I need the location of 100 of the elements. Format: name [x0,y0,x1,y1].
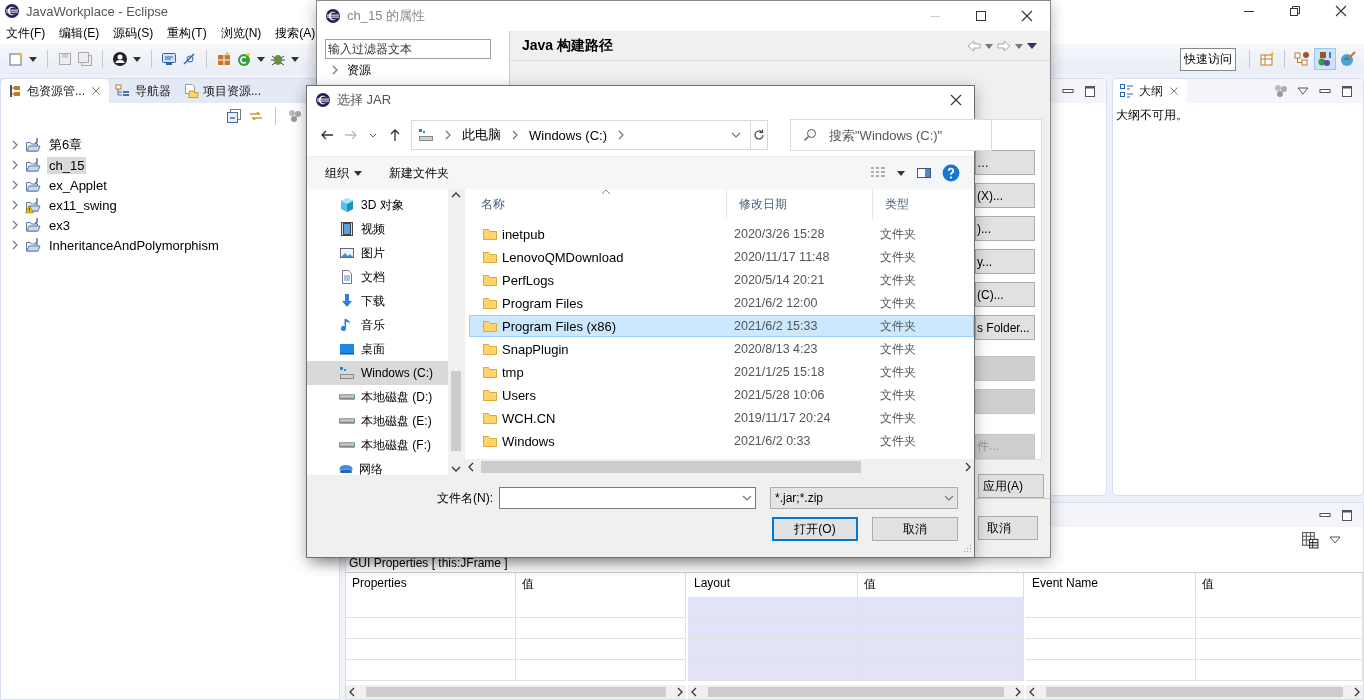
side-button[interactable]: (X)... [975,183,1035,208]
close-icon[interactable] [1021,10,1033,22]
nav-item[interactable]: 桌面 [307,337,448,361]
monitor-icon[interactable] [161,51,177,67]
open-button[interactable]: 打开(O) [772,517,858,541]
column-header[interactable]: 修改日期 [727,189,873,219]
menu-item[interactable]: 重构(T) [167,24,207,42]
maximize-icon[interactable] [1339,83,1355,99]
side-button[interactable]: )... [975,216,1035,241]
filter-field[interactable]: 输入过滤器文本 [325,39,491,59]
nav-item[interactable]: 3D 对象 [307,193,448,217]
cancel-button[interactable]: 取消 [978,516,1038,540]
tree-item[interactable]: InheritanceAndPolymorphism [47,236,221,254]
cancel-button[interactable]: 取消 [872,517,958,541]
menu-item[interactable]: 搜索(A) [275,24,316,42]
horizontal-scrollbar[interactable] [688,685,1024,699]
file-type-dropdown[interactable]: *.jar;*.zip [770,487,958,509]
address-bar[interactable]: 此电脑 Windows (C:) [411,120,751,150]
user-icon[interactable] [112,51,128,67]
preview-pane-icon[interactable] [916,165,932,181]
scroll-thumb[interactable] [708,687,1004,697]
column-header[interactable]: Properties [346,573,516,597]
nav-item[interactable]: 下载 [307,289,448,313]
maximize-icon[interactable] [1082,83,1098,99]
hierarchy-perspective-icon[interactable] [1294,51,1310,67]
restore-icon[interactable] [1289,5,1301,17]
new-class-icon[interactable] [216,51,232,67]
file-row[interactable]: Windows 2021/6/2 0:33 文件夹 [469,430,974,452]
file-row[interactable]: WCH.CN 2019/11/17 20:24 文件夹 [469,407,974,429]
side-button[interactable]: y... [975,249,1035,274]
vertical-scrollbar[interactable] [448,189,464,475]
file-row[interactable]: Program Files 2021/6/2 12:00 文件夹 [469,292,974,314]
drive-icon [339,418,355,424]
tree-item[interactable]: 第6章 [47,135,85,155]
view-tab[interactable]: 项目资源... [177,79,268,103]
view-tab[interactable]: 导航器 [109,79,177,103]
file-row[interactable]: inetpub 2020/3/26 15:28 文件夹 [469,223,974,245]
breadcrumb-item[interactable]: Windows (C:) [529,127,607,143]
horizontal-scrollbar[interactable] [465,459,974,475]
column-header[interactable]: 名称 [469,189,727,219]
apply-button[interactable]: 应用(A) [978,474,1044,498]
side-button[interactable]: s Folder... [975,315,1035,340]
organize-button[interactable]: 组织 [325,164,363,182]
tree-item[interactable]: ex11_swing [47,196,119,214]
horizontal-scrollbar[interactable] [1026,685,1363,699]
filter-icon[interactable] [287,108,303,124]
scroll-thumb[interactable] [1046,687,1343,697]
file-row[interactable]: SnapPlugin 2020/8/13 4:23 文件夹 [469,338,974,360]
side-button[interactable]: (C)... [975,282,1035,307]
nav-item[interactable]: 图片 [307,241,448,265]
menu-item[interactable]: 浏览(N) [220,24,262,42]
tree-item[interactable]: 资源 [347,61,371,79]
help-icon[interactable] [942,164,960,182]
nav-item[interactable]: 文档 [307,265,448,289]
perspective-toggle[interactable] [1314,48,1336,70]
maximize-icon[interactable] [975,10,987,22]
nav-item[interactable]: 音乐 [307,313,448,337]
file-row[interactable]: tmp 2021/1/25 15:18 文件夹 [469,361,974,383]
column-header[interactable]: 类型 [873,189,974,219]
file-row[interactable]: Program Files (x86) 2021/6/2 15:33 文件夹 [469,315,974,337]
scroll-thumb[interactable] [451,371,461,451]
scroll-thumb[interactable] [366,687,666,697]
horizontal-scrollbar[interactable] [346,685,686,699]
nav-item[interactable]: Windows (C:) [307,361,448,385]
paint-perspective-icon[interactable] [1340,51,1356,67]
column-header[interactable]: 值 [516,573,686,597]
nav-item[interactable]: 本地磁盘 (D:) [307,385,448,409]
nav-item[interactable]: 本地磁盘 (E:) [307,409,448,433]
collapse-all-icon[interactable] [226,108,242,124]
tree-item[interactable]: ch_15 [47,156,87,174]
column-header[interactable]: Event Name [1026,573,1196,597]
view-tab[interactable]: 大纲 [1113,79,1187,103]
scroll-thumb[interactable] [481,461,861,473]
nav-item[interactable]: 本地磁盘 (F:) [307,433,448,457]
search-field[interactable]: 搜索"Windows (C:)" [790,119,992,151]
close-icon[interactable] [1335,5,1347,17]
breadcrumb-item[interactable]: 此电脑 [462,126,501,144]
nav-item[interactable]: 网络 [307,457,448,481]
quick-access-field[interactable]: 快速访问 [1180,47,1236,71]
refresh-button[interactable] [751,120,768,150]
side-button[interactable]: … [975,150,1035,175]
nav-item[interactable]: 视频 [307,217,448,241]
open-perspective-icon[interactable] [1259,51,1275,67]
column-header[interactable]: 值 [1196,573,1363,597]
close-icon[interactable] [950,94,962,106]
menu-item[interactable]: 源码(S) [113,24,154,42]
file-row[interactable]: PerfLogs 2020/5/14 20:21 文件夹 [469,269,974,291]
menu-item[interactable]: 文件(F) [6,24,46,42]
filter-icon[interactable] [1273,83,1289,99]
view-tab[interactable]: 包资源管... [1,79,109,103]
file-row[interactable]: LenovoQMDownload 2020/11/17 11:48 文件夹 [469,246,974,268]
window-title: JavaWorkplace - Eclipse [26,3,169,19]
tree-item[interactable]: ex_Applet [47,176,109,194]
pin-icon[interactable] [181,51,197,67]
menu-item[interactable]: 编辑(E) [59,24,100,42]
tree-item[interactable]: ex3 [47,216,72,234]
file-row[interactable]: Users 2021/5/28 10:06 文件夹 [469,384,974,406]
new-folder-button[interactable]: 新建文件夹 [389,164,449,182]
filename-field[interactable] [499,487,756,509]
table-icon[interactable] [1301,531,1319,550]
